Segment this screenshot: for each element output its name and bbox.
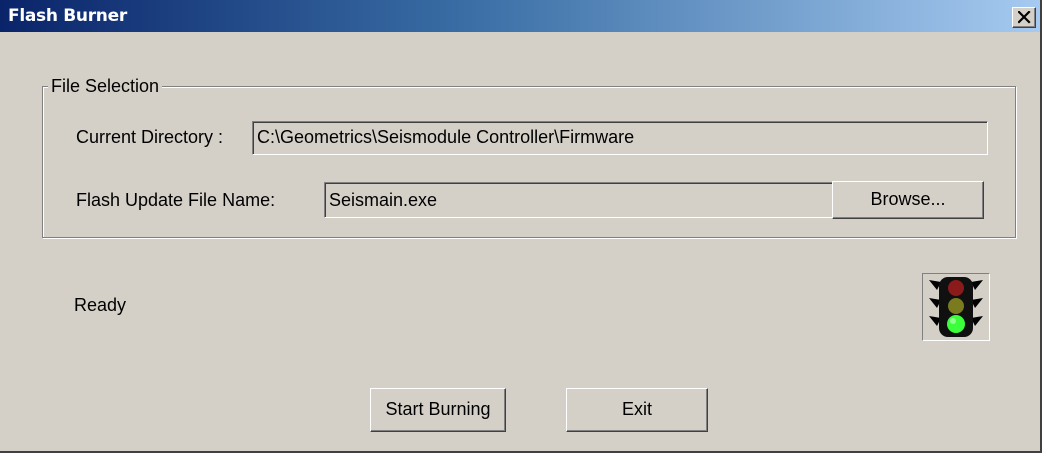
status-indicator [922, 273, 990, 341]
title-bar[interactable]: Flash Burner [0, 0, 1040, 32]
flash-update-file-input[interactable]: Seismain.exe [324, 182, 834, 218]
yellow-light [948, 298, 964, 314]
close-icon [1018, 11, 1031, 24]
browse-button[interactable]: Browse... [832, 181, 984, 219]
flash-burner-dialog: Flash Burner File Selection Current Dire… [0, 0, 1042, 453]
green-light [947, 315, 965, 333]
window-title: Flash Burner [8, 6, 127, 26]
current-directory-label: Current Directory : [76, 127, 224, 147]
traffic-light-icon [929, 277, 983, 337]
start-burning-button[interactable]: Start Burning [370, 388, 506, 432]
status-text: Ready [74, 295, 127, 315]
file-selection-legend: File Selection [48, 74, 163, 98]
flash-update-file-label: Flash Update File Name: [76, 190, 276, 210]
red-light [948, 280, 964, 296]
exit-button[interactable]: Exit [566, 388, 708, 432]
current-directory-field: C:\Geometrics\Seismodule Controller\Firm… [252, 121, 988, 155]
close-button[interactable] [1012, 7, 1036, 28]
